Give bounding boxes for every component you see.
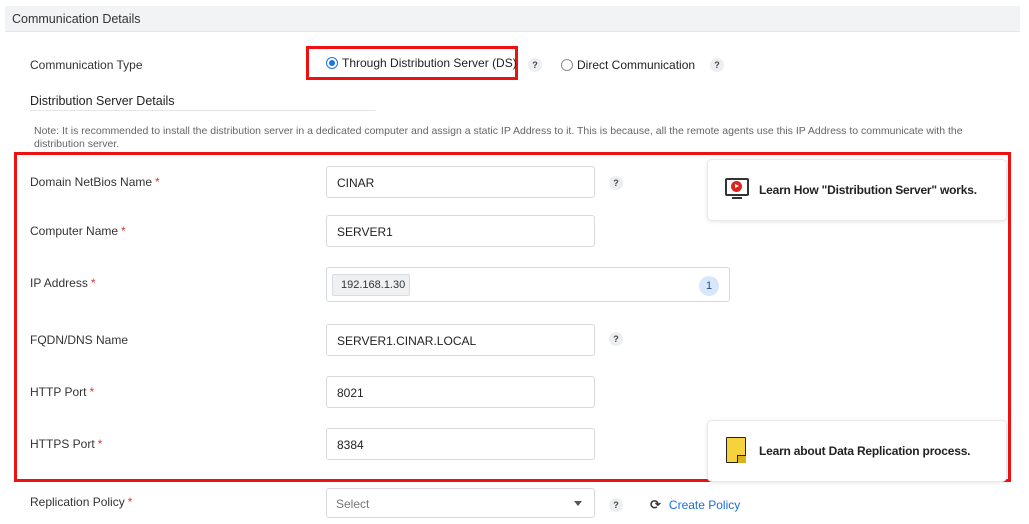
direct-radio[interactable]: [561, 59, 573, 71]
ds-details-heading: Distribution Server Details: [30, 94, 175, 108]
create-policy-link[interactable]: ⟳ Create Policy: [650, 497, 740, 513]
ds-radio[interactable]: [326, 57, 338, 69]
communication-type-label: Communication Type: [30, 58, 143, 72]
fqdn-input[interactable]: SERVER1.CINAR.LOCAL: [326, 324, 595, 356]
computer-name-label: Computer Name *: [30, 224, 126, 238]
sticky-note-icon: [724, 435, 750, 467]
section-title: Communication Details: [12, 12, 141, 26]
ip-chip[interactable]: 192.168.1.30: [332, 274, 410, 296]
replication-policy-select[interactable]: Select: [326, 488, 595, 518]
create-policy-label[interactable]: Create Policy: [669, 498, 740, 512]
http-port-input[interactable]: 8021: [326, 376, 595, 408]
heading-divider: [30, 110, 375, 111]
ip-count-badge: 1: [699, 276, 719, 296]
tv-play-icon: [724, 178, 750, 202]
https-port-label: HTTPS Port *: [30, 437, 103, 451]
ip-address-field[interactable]: 192.168.1.30 1: [326, 267, 730, 302]
ds-radio-highlight: Through Distribution Server (DS): [306, 46, 518, 80]
domain-input[interactable]: CINAR: [326, 166, 595, 198]
help-icon[interactable]: ?: [710, 58, 724, 72]
help-icon[interactable]: ?: [609, 332, 623, 346]
help-icon[interactable]: ?: [609, 498, 623, 512]
learn-ds-text[interactable]: Learn How "Distribution Server" works.: [759, 183, 977, 197]
ds-radio-label[interactable]: Through Distribution Server (DS): [342, 56, 517, 70]
http-port-label: HTTP Port *: [30, 385, 95, 399]
select-placeholder: Select: [336, 497, 370, 511]
ip-address-label: IP Address *: [30, 276, 96, 290]
refresh-icon[interactable]: ⟳: [650, 497, 661, 513]
section-header: Communication Details: [5, 6, 1020, 32]
replication-policy-label: Replication Policy *: [30, 495, 133, 509]
help-icon[interactable]: ?: [528, 58, 542, 72]
fqdn-label: FQDN/DNS Name: [30, 333, 129, 347]
help-icon[interactable]: ?: [609, 176, 623, 190]
domain-label: Domain NetBios Name *: [30, 175, 160, 189]
direct-communication-option[interactable]: Direct Communication: [561, 58, 695, 72]
chevron-down-icon: [574, 501, 582, 506]
learn-replication-text[interactable]: Learn about Data Replication process.: [759, 444, 971, 458]
direct-radio-label[interactable]: Direct Communication: [577, 58, 695, 72]
https-port-input[interactable]: 8384: [326, 428, 595, 460]
computer-name-input[interactable]: SERVER1: [326, 215, 595, 247]
ds-note: Note: It is recommended to install the d…: [34, 125, 963, 150]
learn-replication-card[interactable]: Learn about Data Replication process.: [707, 420, 1007, 482]
learn-ds-card[interactable]: Learn How "Distribution Server" works.: [707, 159, 1007, 221]
